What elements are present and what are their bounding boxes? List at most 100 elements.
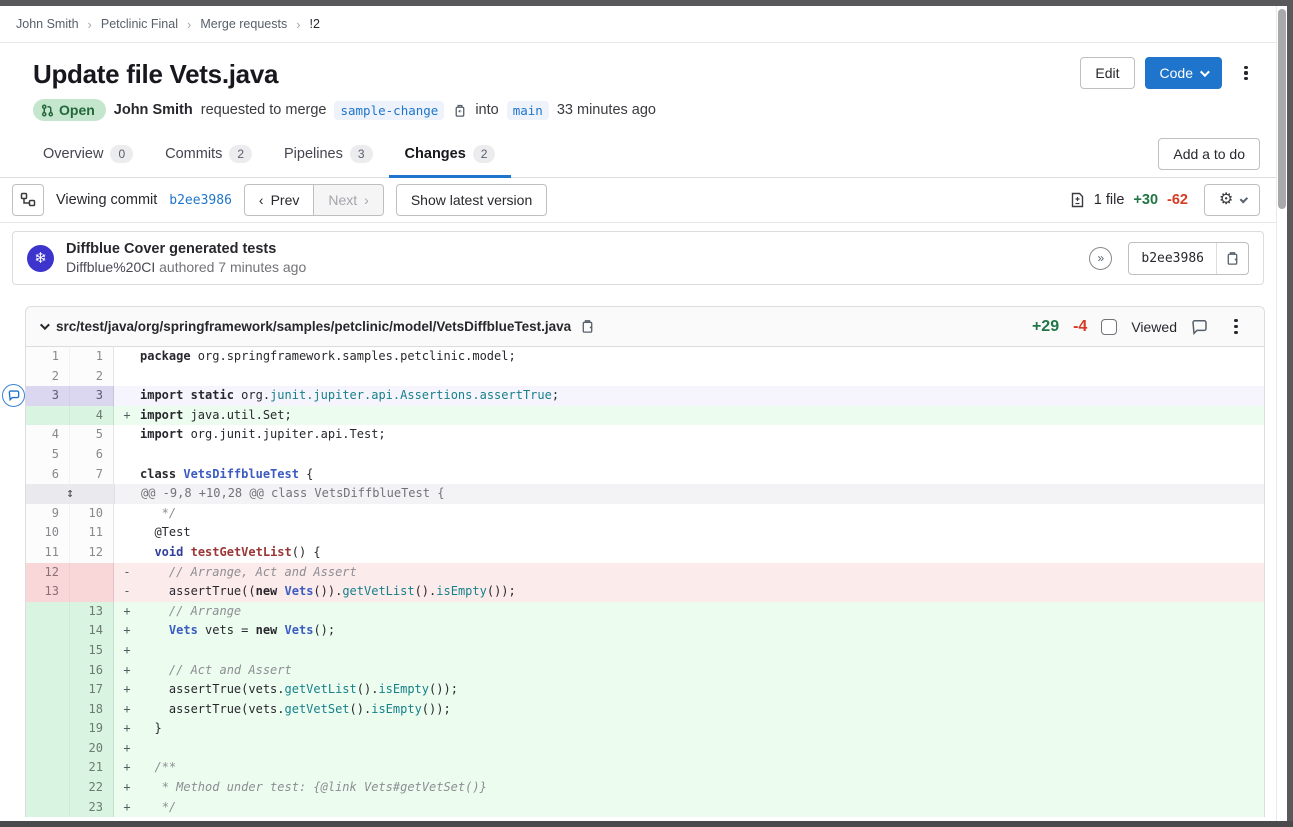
old-line-number[interactable]: 12 <box>26 563 70 583</box>
tab-pipelines[interactable]: Pipelines3 <box>268 131 389 178</box>
diff-marker: + <box>114 719 140 739</box>
add-todo-button[interactable]: Add a to do <box>1158 138 1260 170</box>
old-line-number[interactable]: 2 <box>26 367 70 387</box>
new-line-number[interactable] <box>70 582 114 602</box>
old-line-number[interactable] <box>26 406 70 426</box>
old-line-number[interactable] <box>26 798 70 818</box>
edit-button[interactable]: Edit <box>1080 57 1134 89</box>
commit-title[interactable]: Diffblue Cover generated tests <box>66 241 1077 257</box>
old-line-number[interactable] <box>26 641 70 661</box>
scrollbar[interactable] <box>1276 6 1287 821</box>
breadcrumb-mr-id[interactable]: !2 <box>310 17 320 31</box>
old-line-number[interactable] <box>26 700 70 720</box>
tabs-row: Overview0Commits2Pipelines3Changes2 Add … <box>0 131 1276 178</box>
snowflake-icon: ❄ <box>34 249 47 267</box>
commit-sha[interactable]: b2ee3986 <box>1129 243 1216 274</box>
new-line-number[interactable]: 3 <box>70 386 114 406</box>
viewing-commit-sha-link[interactable]: b2ee3986 <box>169 193 232 208</box>
new-line-number[interactable]: 17 <box>70 680 114 700</box>
new-line-number[interactable]: 19 <box>70 719 114 739</box>
file-options-kebab-button[interactable] <box>1222 311 1250 343</box>
copy-branch-icon[interactable] <box>452 103 467 118</box>
breadcrumb-user[interactable]: John Smith <box>16 17 79 31</box>
mr-author[interactable]: John Smith <box>114 102 193 118</box>
new-line-number[interactable]: 12 <box>70 543 114 563</box>
new-line-number[interactable]: 20 <box>70 739 114 759</box>
tab-label: Overview <box>43 146 103 162</box>
code-dropdown-button[interactable]: Code <box>1145 57 1222 89</box>
old-line-number[interactable] <box>26 719 70 739</box>
new-line-number[interactable]: 5 <box>70 425 114 445</box>
new-line-number[interactable]: 4 <box>70 406 114 426</box>
old-line-number[interactable]: 5 <box>26 445 70 465</box>
new-line-number[interactable]: 6 <box>70 445 114 465</box>
code-line: */ <box>140 504 1264 524</box>
target-branch-chip[interactable]: main <box>507 101 549 120</box>
old-line-number[interactable]: 10 <box>26 523 70 543</box>
mr-options-kebab-button[interactable] <box>1232 57 1260 89</box>
old-line-number[interactable]: 6 <box>26 465 70 485</box>
old-line-number[interactable] <box>26 778 70 798</box>
breadcrumb-project[interactable]: Petclinic Final <box>101 17 178 31</box>
old-line-number[interactable] <box>26 661 70 681</box>
new-line-number[interactable]: 22 <box>70 778 114 798</box>
old-line-number[interactable] <box>26 680 70 700</box>
add-comment-bubble-icon[interactable] <box>2 384 25 407</box>
diff-marker <box>114 347 140 367</box>
old-line-number[interactable] <box>26 602 70 622</box>
new-line-number[interactable]: 7 <box>70 465 114 485</box>
comment-icon[interactable] <box>1191 319 1208 335</box>
scrollbar-thumb[interactable] <box>1278 9 1286 209</box>
next-commit-button[interactable]: Next › <box>314 184 383 216</box>
tab-overview[interactable]: Overview0 <box>27 131 149 178</box>
new-line-number[interactable] <box>70 563 114 583</box>
new-line-number[interactable]: 11 <box>70 523 114 543</box>
old-line-number[interactable] <box>26 621 70 641</box>
copy-sha-button[interactable] <box>1216 243 1248 274</box>
diff-table: 11 package org.springframework.samples.pe… <box>26 347 1264 817</box>
file-stats: 1 file +30 -62 <box>1070 192 1188 208</box>
breadcrumb-merge-requests[interactable]: Merge requests <box>200 17 287 31</box>
diff-row: 16+ // Act and Assert <box>26 661 1264 681</box>
source-branch-chip[interactable]: sample-change <box>334 101 444 120</box>
file-diff-card: src/test/java/org/springframework/sample… <box>25 306 1265 817</box>
old-line-number[interactable]: 11 <box>26 543 70 563</box>
kebab-icon <box>1234 319 1237 334</box>
old-line-number[interactable] <box>26 758 70 778</box>
copy-path-icon[interactable] <box>580 319 595 334</box>
tab-commits[interactable]: Commits2 <box>149 131 268 178</box>
commit-author[interactable]: Diffblue%20CI <box>66 259 155 275</box>
file-path[interactable]: src/test/java/org/springframework/sample… <box>56 319 571 334</box>
tab-changes[interactable]: Changes2 <box>389 131 512 178</box>
file-tree-toggle-button[interactable] <box>12 184 44 216</box>
new-line-number[interactable]: 1 <box>70 347 114 367</box>
new-line-number[interactable]: 23 <box>70 798 114 818</box>
prev-commit-button[interactable]: ‹ Prev <box>244 184 314 216</box>
diff-row: 18+ assertTrue(vets.getVetSet().isEmpty(… <box>26 700 1264 720</box>
code-line: * Method under test: {@link Vets#getVetS… <box>140 778 1264 798</box>
new-line-number[interactable]: 16 <box>70 661 114 681</box>
old-line-number[interactable] <box>26 739 70 759</box>
viewed-checkbox[interactable] <box>1101 319 1117 335</box>
old-line-number[interactable]: 3 <box>26 386 70 406</box>
new-line-number[interactable]: 21 <box>70 758 114 778</box>
collapse-file-chevron-icon[interactable] <box>40 320 50 330</box>
old-line-number[interactable]: 9 <box>26 504 70 524</box>
new-line-number[interactable]: 14 <box>70 621 114 641</box>
code-line: package org.springframework.samples.petc… <box>140 347 1264 367</box>
new-line-number[interactable]: 2 <box>70 367 114 387</box>
file-tree-icon <box>20 192 36 208</box>
old-line-number[interactable]: 1 <box>26 347 70 367</box>
expand-lines-cell[interactable]: ↕ <box>26 484 115 504</box>
old-line-number[interactable]: 4 <box>26 425 70 445</box>
new-line-number[interactable]: 13 <box>70 602 114 622</box>
old-line-number[interactable]: 13 <box>26 582 70 602</box>
browse-files-button[interactable]: » <box>1089 247 1112 270</box>
code-line <box>140 739 1264 759</box>
new-line-number[interactable]: 18 <box>70 700 114 720</box>
window-chrome-bottom <box>0 821 1293 827</box>
new-line-number[interactable]: 15 <box>70 641 114 661</box>
show-latest-version-button[interactable]: Show latest version <box>396 184 547 216</box>
diff-settings-button[interactable]: ⚙ <box>1204 184 1260 216</box>
new-line-number[interactable]: 10 <box>70 504 114 524</box>
